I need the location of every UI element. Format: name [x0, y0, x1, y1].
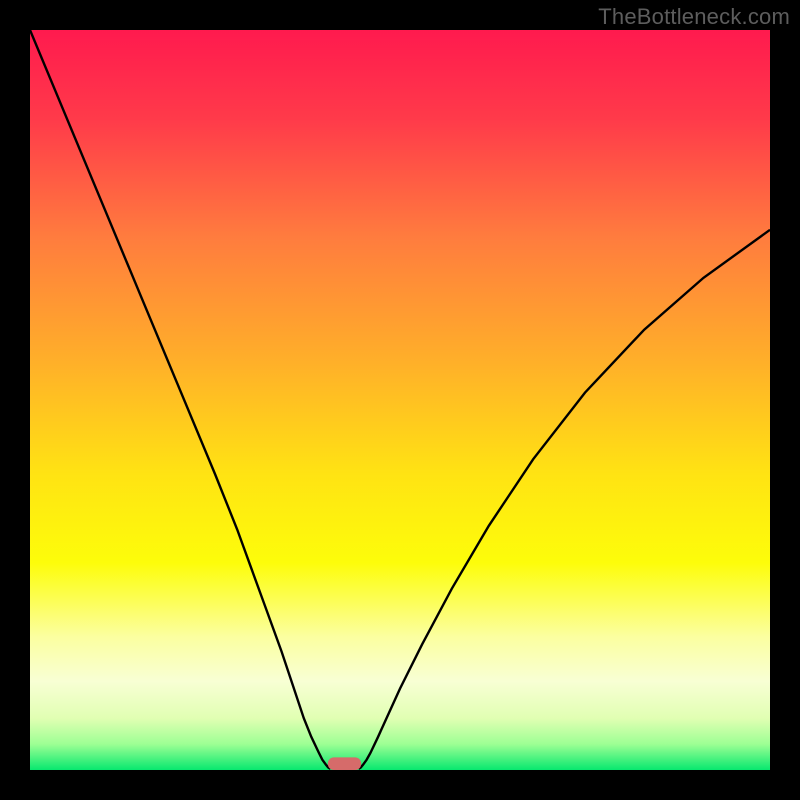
plot-area [30, 30, 770, 770]
chart-svg [30, 30, 770, 770]
bottleneck-marker [328, 757, 361, 770]
gradient-background [30, 30, 770, 770]
chart-frame: TheBottleneck.com [0, 0, 800, 800]
watermark-text: TheBottleneck.com [598, 4, 790, 30]
